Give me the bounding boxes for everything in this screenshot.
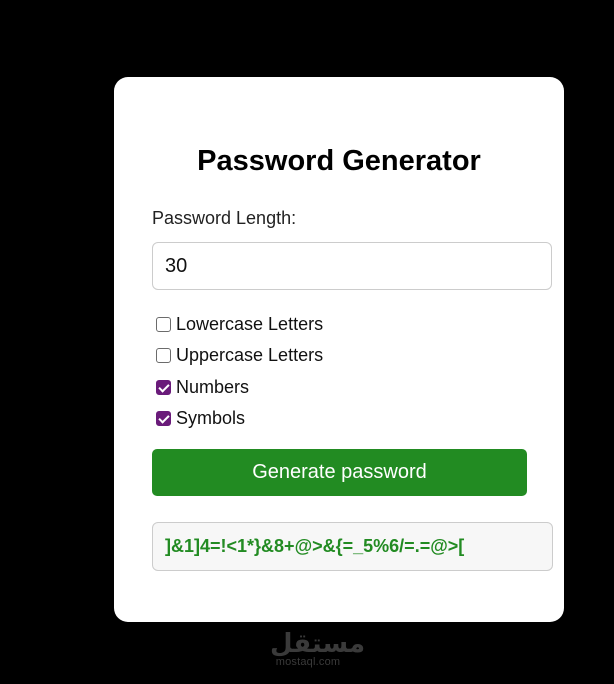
option-lowercase[interactable]: Lowercase Letters bbox=[156, 312, 323, 336]
generate-password-button[interactable]: Generate password bbox=[152, 449, 527, 496]
password-length-label: Password Length: bbox=[152, 208, 297, 228]
mostaql-watermark-text: mostaql.com bbox=[275, 656, 341, 668]
uppercase-checkbox[interactable] bbox=[156, 347, 171, 363]
lowercase-label: Lowercase Letters bbox=[176, 313, 324, 334]
option-numbers[interactable]: Numbers bbox=[156, 375, 249, 399]
uppercase-label: Uppercase Letters bbox=[176, 344, 324, 365]
lowercase-checkbox[interactable] bbox=[156, 316, 171, 332]
symbols-checkbox[interactable] bbox=[156, 410, 171, 426]
password-length-input[interactable] bbox=[152, 242, 552, 290]
numbers-checkbox[interactable] bbox=[156, 379, 171, 395]
generated-password-output[interactable]: ]&1]4=!<1*}&8+@>&{=_5%6/=.=@>[ bbox=[152, 522, 553, 571]
symbols-label: Symbols bbox=[176, 407, 246, 428]
option-uppercase[interactable]: Uppercase Letters bbox=[156, 343, 323, 367]
option-symbols[interactable]: Symbols bbox=[156, 406, 245, 430]
numbers-label: Numbers bbox=[176, 376, 250, 397]
page-title: Password Generator bbox=[197, 145, 481, 177]
